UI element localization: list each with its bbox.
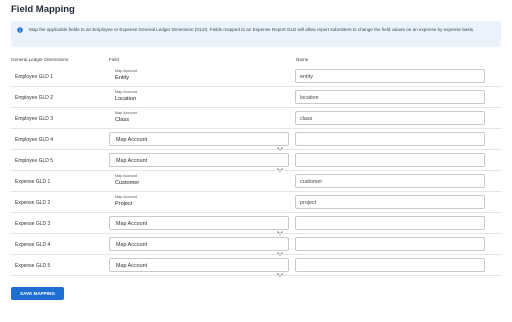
field-select-value: Map Account [116, 262, 148, 269]
field-select[interactable]: Map Account [109, 153, 289, 172]
chevron-down-icon [277, 159, 283, 172]
row-divider [11, 212, 501, 213]
table-row: Employee GLD 2 Map Account Location locatio… [11, 88, 501, 108]
column-header-name: Name [296, 57, 309, 62]
table-row: Expense GLD 2 Map Account Project project [11, 193, 501, 213]
name-input-value: entity [300, 73, 313, 80]
chevron-down-icon [277, 264, 283, 277]
name-input[interactable]: customer [295, 174, 485, 188]
name-input[interactable] [295, 132, 485, 146]
field-select-value: Map Account [116, 241, 148, 248]
gld-label: Employee GLD 3 [15, 116, 54, 122]
page-title: Field Mapping [11, 4, 75, 15]
field-caption: Map Account [115, 174, 137, 178]
table-row: Expense GLD 3 Map Account [11, 214, 501, 235]
field-value: Project [115, 201, 133, 207]
name-input[interactable]: location [295, 90, 485, 104]
gld-label: Expense GLD 1 [15, 179, 51, 185]
field-select-value: Map Account [116, 136, 148, 143]
table-row: Expense GLD 1 Map Account Customer customer [11, 172, 501, 192]
info-banner: Map the applicable fields to an Employee… [11, 21, 501, 47]
field-value: Customer [115, 180, 140, 186]
field-select[interactable]: Map Account [109, 237, 289, 256]
column-header-gld: General Ledger Dimensions [11, 57, 69, 62]
field-select-value: Map Account [116, 220, 148, 227]
save-mapping-button[interactable]: SAVE MAPPING [11, 287, 64, 300]
gld-label: Employee GLD 2 [15, 95, 54, 101]
table-row: Employee GLD 3 Map Account Class class [11, 109, 501, 129]
gld-label: Employee GLD 4 [15, 137, 54, 143]
row-divider [11, 128, 501, 129]
field-value: Entity [115, 75, 129, 81]
name-input[interactable]: project [295, 195, 485, 209]
name-input-value: customer [300, 178, 323, 185]
name-input[interactable]: entity [295, 69, 485, 83]
field-caption: Map Account [115, 69, 137, 73]
field-select-value: Map Account [116, 157, 148, 164]
column-header-field: Field [109, 57, 119, 62]
table-row: Employee GLD 4 Map Account [11, 130, 501, 151]
gld-label: Employee GLD 1 [15, 74, 54, 80]
info-text: Map the applicable fields to an Employee… [29, 27, 475, 32]
name-input[interactable] [295, 153, 485, 167]
row-divider [11, 254, 501, 255]
field-value: Class [115, 117, 129, 123]
chevron-down-icon [277, 138, 283, 151]
gld-label: Expense GLD 4 [15, 242, 51, 248]
name-input[interactable]: class [295, 111, 485, 125]
row-divider [11, 86, 501, 87]
name-input-value: class [300, 115, 313, 122]
row-divider [11, 149, 501, 150]
name-input[interactable] [295, 237, 485, 251]
gld-label: Expense GLD 3 [15, 221, 51, 227]
chevron-down-icon [277, 222, 283, 235]
field-select[interactable]: Map Account [109, 258, 289, 277]
info-icon [17, 27, 23, 33]
table-row: Employee GLD 1 Map Account Entity entity [11, 67, 501, 87]
field-value: Location [115, 96, 137, 102]
row-divider [11, 233, 501, 234]
table-row: Expense GLD 4 Map Account [11, 235, 501, 256]
gld-label: Expense GLD 2 [15, 200, 51, 206]
row-divider [11, 275, 501, 276]
name-input[interactable] [295, 258, 485, 272]
row-divider [11, 191, 501, 192]
name-input-value: location [300, 94, 319, 101]
field-select[interactable]: Map Account [109, 216, 289, 235]
field-select[interactable]: Map Account [109, 132, 289, 151]
field-caption: Map Account [115, 90, 137, 94]
row-divider [11, 107, 501, 108]
name-input[interactable] [295, 216, 485, 230]
field-caption: Map Account [115, 195, 137, 199]
table-row: Expense GLD 5 Map Account [11, 256, 501, 277]
row-divider [11, 170, 501, 171]
chevron-down-icon [277, 243, 283, 256]
table-row: Employee GLD 5 Map Account [11, 151, 501, 172]
field-caption: Map Account [115, 111, 137, 115]
gld-label: Employee GLD 5 [15, 158, 54, 164]
gld-label: Expense GLD 5 [15, 263, 51, 269]
name-input-value: project [300, 199, 317, 206]
